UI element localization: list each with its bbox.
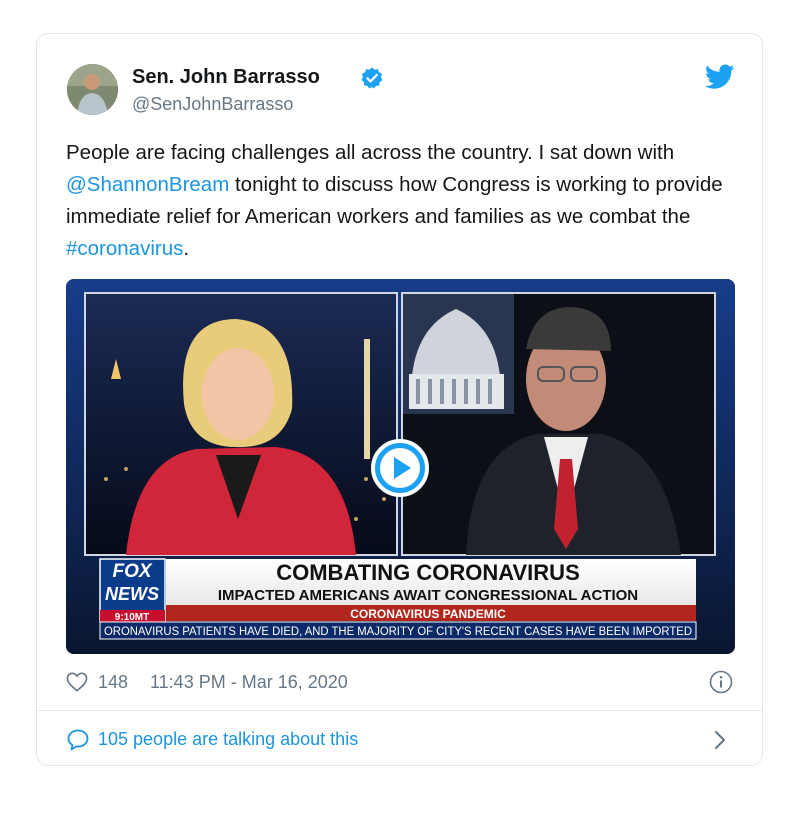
tweet-timestamp[interactable]: 11:43 PM - Mar 16, 2020	[150, 672, 348, 693]
twitter-bird-icon[interactable]	[705, 64, 735, 90]
divider	[37, 710, 762, 711]
verified-icon	[361, 67, 383, 89]
banner-headline: COMBATING CORONAVIRUS	[276, 560, 580, 585]
speech-bubble-icon[interactable]	[66, 728, 90, 752]
heart-icon[interactable]	[66, 672, 88, 692]
info-icon[interactable]	[709, 670, 733, 694]
hashtag-link[interactable]: #coronavirus	[66, 237, 183, 260]
tweet-text-part1: People are facing challenges all across …	[66, 141, 675, 164]
clock-text: 9:10MT	[115, 612, 149, 623]
play-icon[interactable]	[371, 439, 429, 497]
news-ticker: ORONAVIRUS PATIENTS HAVE DIED, AND THE M…	[104, 626, 692, 638]
banner-subhead: IMPACTED AMERICANS AWAIT CONGRESSIONAL A…	[218, 587, 638, 604]
fox-logo-line1: FOX	[112, 561, 152, 582]
author-handle[interactable]: @SenJohnBarrasso	[132, 94, 293, 115]
tweet-text: People are facing challenges all across …	[66, 137, 726, 265]
banner-tag: CORONAVIRUS PANDEMIC	[350, 607, 506, 621]
tweet-card: Sen. John Barrasso @SenJohnBarrasso Peop…	[36, 33, 763, 766]
chevron-right-icon[interactable]	[713, 729, 727, 751]
like-count[interactable]: 148	[98, 672, 128, 693]
author-name[interactable]: Sen. John Barrasso	[132, 66, 320, 89]
conversation-link[interactable]: 105 people are talking about this	[98, 729, 358, 750]
mention-link[interactable]: @ShannonBream	[66, 173, 229, 196]
tweet-text-part3: .	[183, 237, 190, 260]
avatar[interactable]	[67, 64, 118, 115]
fox-logo-line2: NEWS	[105, 584, 159, 604]
